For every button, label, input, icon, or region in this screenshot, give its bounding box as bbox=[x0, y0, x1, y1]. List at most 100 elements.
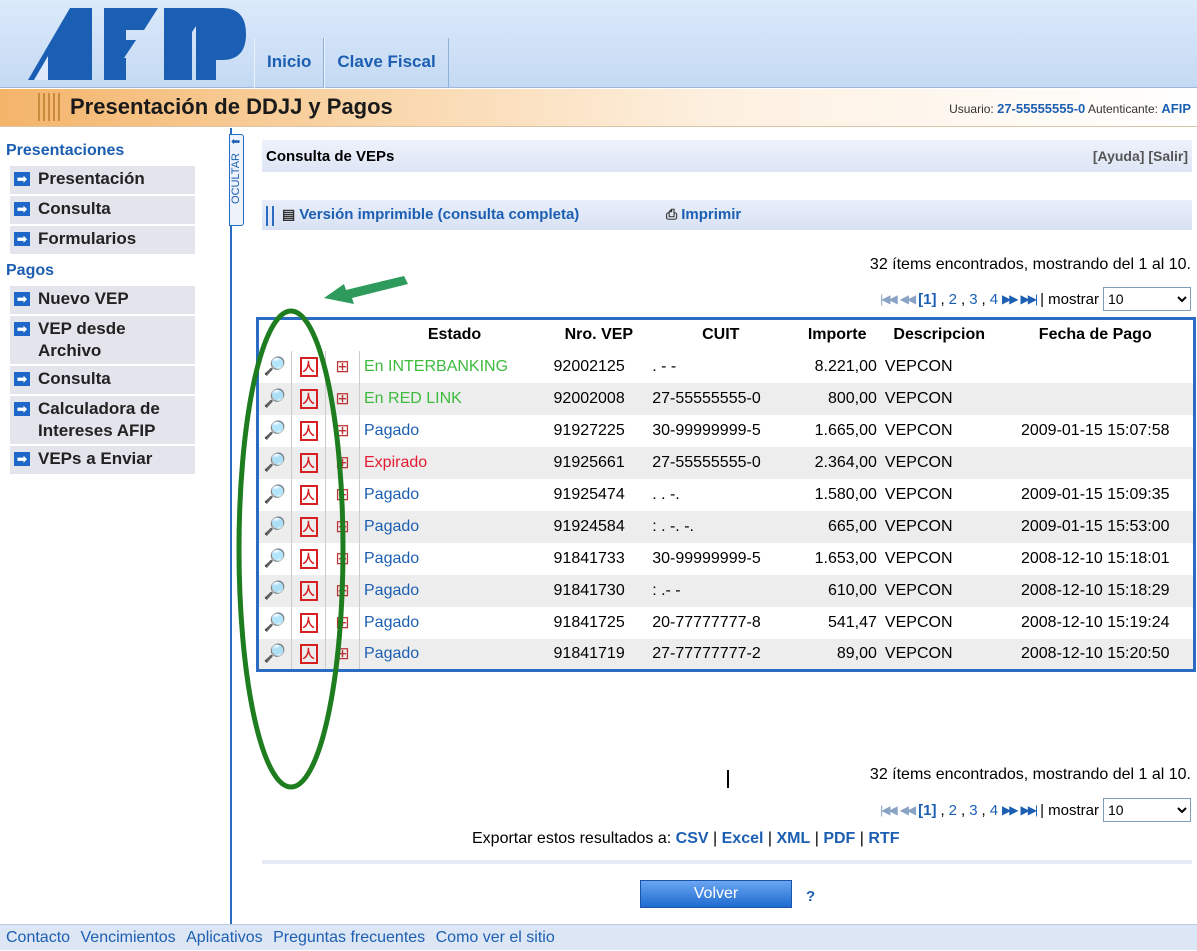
user-info: Usuario: 27-55555555-0 Autenticante: AFI… bbox=[949, 101, 1191, 116]
table-row: 🔎 人 ⊞ Pagado 91841725 20-77777777-8 541,47 VEPC… bbox=[257, 606, 1195, 639]
sidebar-item-nuevo-vep[interactable]: ➡ Nuevo VEP bbox=[10, 286, 195, 314]
first-page-icon[interactable]: |◀◀ bbox=[880, 292, 898, 306]
table-row: 🔎 人 ⊞ En INTERBANKING 92002125. - -8.221,00 V… bbox=[257, 350, 1195, 383]
cell-estado: Pagado bbox=[359, 638, 550, 671]
next-page-icon[interactable]: ▶▶ bbox=[1002, 292, 1019, 306]
salir-link[interactable]: [Salir] bbox=[1148, 148, 1188, 164]
cell-importe: 1.665,00 bbox=[814, 421, 877, 439]
cell-fecha-pago: 2008-12-10 15:18:29 bbox=[997, 574, 1195, 607]
footer-preguntas[interactable]: Preguntas frecuentes bbox=[273, 929, 425, 946]
cell-descripcion: VEPCON bbox=[884, 421, 953, 439]
cell-descripcion: VEPCON bbox=[884, 485, 953, 503]
cell-fecha-pago: 2008-12-10 15:19:24 bbox=[1020, 613, 1170, 631]
next-page-icon[interactable]: ▶▶ bbox=[1002, 803, 1019, 817]
cell-cuit: 30-99999999-5 bbox=[652, 421, 761, 439]
page-size-select[interactable]: 10 bbox=[1103, 798, 1191, 822]
page-link[interactable]: 4 bbox=[990, 802, 998, 819]
result-count-top: 32 ítems encontrados, mostrando del 1 al… bbox=[869, 256, 1191, 273]
first-page-icon[interactable]: |◀◀ bbox=[880, 803, 898, 817]
export-excel[interactable]: Excel bbox=[722, 830, 764, 847]
top-nav: Inicio Clave Fiscal bbox=[254, 38, 449, 88]
last-page-icon[interactable]: ▶▶| bbox=[1021, 292, 1039, 306]
col-fecha-pago[interactable]: Fecha de Pago bbox=[997, 318, 1195, 351]
table-row: 🔎 人 ⊞ Expirado 91925661 27-55555555-0 2.364,00… bbox=[257, 446, 1195, 479]
prev-page-icon[interactable]: ◀◀ bbox=[900, 292, 917, 306]
last-page-icon[interactable]: ▶▶| bbox=[1021, 803, 1039, 817]
arrow-right-icon: ➡ bbox=[14, 322, 30, 336]
cell-nro-vep: 91924584 bbox=[549, 510, 649, 543]
ocultar-label: OCULTAR bbox=[230, 153, 242, 204]
section-header: Consulta de VEPs [Ayuda] [Salir] bbox=[262, 140, 1192, 172]
footer-vencimientos[interactable]: Vencimientos bbox=[81, 929, 176, 946]
nav-inicio[interactable]: Inicio bbox=[254, 38, 325, 88]
user-value: 27-55555555-0 bbox=[997, 101, 1086, 116]
cell-nro-vep: 91925474 bbox=[553, 485, 625, 503]
toolbar-separator bbox=[266, 206, 274, 226]
help-question-icon[interactable]: ? bbox=[806, 888, 815, 905]
nav-clave-fiscal[interactable]: Clave Fiscal bbox=[324, 38, 449, 88]
export-csv[interactable]: CSV bbox=[676, 830, 709, 847]
col-estado[interactable]: Estado bbox=[359, 318, 550, 351]
page-size-select[interactable]: 10 bbox=[1103, 287, 1191, 311]
cell-nro-vep: 91927225 bbox=[553, 421, 625, 439]
cell-descripcion: VEPCON bbox=[884, 549, 953, 567]
cell-importe: 1.580,00 bbox=[814, 485, 877, 503]
sidebar-item-label: Formularios bbox=[38, 229, 137, 248]
printable-version-link[interactable]: ▤ Versión imprimible (consulta completa) bbox=[282, 206, 579, 223]
cell-cuit: 27-55555555-0 bbox=[648, 382, 794, 415]
sidebar-item-veps-a-enviar[interactable]: ➡ VEPs a Enviar bbox=[10, 446, 195, 474]
prev-page-icon[interactable]: ◀◀ bbox=[900, 803, 917, 817]
ayuda-link[interactable]: [Ayuda] bbox=[1093, 148, 1145, 164]
table-row: 🔎 人 ⊞ En RED LINK 92002008 27-55555555-0 800,0… bbox=[257, 382, 1195, 415]
arrow-right-icon: ➡ bbox=[14, 402, 30, 416]
sidebar-item-consulta[interactable]: ➡ Consulta bbox=[10, 196, 195, 224]
cell-estado: Pagado bbox=[364, 485, 420, 503]
sidebar-item-presentacion[interactable]: ➡ Presentación bbox=[10, 166, 195, 194]
page-link[interactable]: 3 bbox=[969, 291, 977, 308]
sidebar-item-calculadora[interactable]: ➡ Calculadora de Intereses AFIP bbox=[10, 396, 195, 444]
sidebar-item-label: Nuevo VEP bbox=[38, 289, 129, 308]
export-rtf[interactable]: RTF bbox=[868, 830, 899, 847]
col-cuit[interactable]: CUIT bbox=[648, 318, 794, 351]
print-link[interactable]: ⎙ Imprimir bbox=[666, 206, 741, 223]
table-row: 🔎 人 ⊞ Pagado 91924584: . -. -. 665,00 VEPCON 20… bbox=[257, 510, 1195, 543]
cell-estado: Pagado bbox=[359, 510, 550, 543]
arrow-right-icon: ➡ bbox=[14, 232, 30, 246]
col-nro-vep[interactable]: Nro. VEP bbox=[549, 318, 649, 351]
top-header: Inicio Clave Fiscal bbox=[0, 0, 1197, 88]
ocultar-toggle[interactable]: ⬅ OCULTAR bbox=[229, 134, 244, 226]
footer-como-ver[interactable]: Como ver el sitio bbox=[436, 929, 555, 946]
col-descripcion[interactable]: Descripcion bbox=[880, 318, 998, 351]
cell-importe: 89,00 bbox=[793, 638, 881, 671]
cell-nro-vep: 91841730 bbox=[549, 574, 649, 607]
cell-cuit: 27-77777777-2 bbox=[648, 638, 794, 671]
cell-estado: En INTERBANKING bbox=[364, 357, 509, 375]
arrow-right-icon: ➡ bbox=[14, 372, 30, 386]
cell-estado: Pagado bbox=[364, 613, 420, 631]
collapse-arrow-icon: ⬅ bbox=[231, 136, 241, 148]
page-link[interactable]: 3 bbox=[969, 802, 977, 819]
col-importe[interactable]: Importe bbox=[793, 318, 881, 351]
arrow-right-icon: ➡ bbox=[14, 202, 30, 216]
sidebar-item-consulta-pagos[interactable]: ➡ Consulta bbox=[10, 366, 195, 394]
sidebar-item-formularios[interactable]: ➡ Formularios bbox=[10, 226, 195, 254]
afip-logo[interactable] bbox=[8, 2, 248, 84]
volver-button[interactable]: Volver bbox=[640, 880, 792, 908]
export-xml[interactable]: XML bbox=[776, 830, 810, 847]
cell-estado: Pagado bbox=[364, 421, 420, 439]
cell-descripcion: VEPCON bbox=[880, 446, 998, 479]
sidebar-item-vep-desde-archivo[interactable]: ➡ VEP desde Archivo bbox=[10, 316, 195, 364]
footer: Contacto Vencimientos Aplicativos Pregun… bbox=[0, 924, 1197, 950]
print-toolbar: ▤ Versión imprimible (consulta completa) … bbox=[262, 200, 1192, 230]
cell-fecha-pago bbox=[997, 446, 1195, 479]
export-pdf[interactable]: PDF bbox=[823, 830, 855, 847]
arrow-right-icon: ➡ bbox=[14, 452, 30, 466]
table-header-row: Estado Nro. VEP CUIT Importe Descripcion… bbox=[257, 318, 1195, 351]
page-link[interactable]: 2 bbox=[949, 802, 957, 819]
footer-aplicativos[interactable]: Aplicativos bbox=[186, 929, 262, 946]
page-link[interactable]: 4 bbox=[990, 291, 998, 308]
footer-contacto[interactable]: Contacto bbox=[6, 929, 70, 946]
page-link[interactable]: 2 bbox=[949, 291, 957, 308]
cell-importe: 610,00 bbox=[793, 574, 881, 607]
show-label: | mostrar bbox=[1040, 801, 1099, 819]
